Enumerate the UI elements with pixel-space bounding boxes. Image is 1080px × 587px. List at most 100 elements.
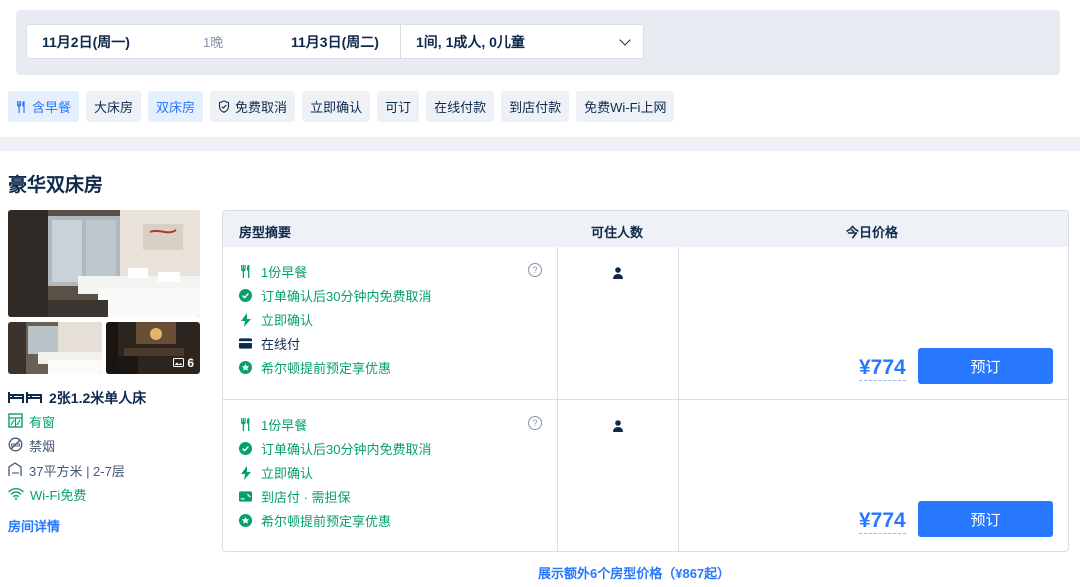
filter-label: 双床房 bbox=[156, 100, 196, 115]
filter-free-cancel[interactable]: 免费取消 bbox=[210, 91, 296, 122]
rate-row: 1份早餐 ? 订单确认后30分钟内免费取消 立即确认 到店付 · 需担保 希尔顿 bbox=[223, 400, 1068, 551]
pay-at-hotel-icon bbox=[239, 490, 252, 503]
chevron-down-icon bbox=[619, 34, 631, 46]
guest-summary: 1间, 1成人, 0儿童 bbox=[416, 33, 525, 50]
photo-count: 6 bbox=[187, 356, 194, 370]
instant-confirm-feature: 立即确认 bbox=[239, 463, 313, 482]
show-more-rates-link[interactable]: 展示额外6个房型价格（¥867起） bbox=[538, 563, 730, 582]
credit-card-icon bbox=[239, 337, 252, 350]
filter-instant-confirm[interactable]: 立即确认 bbox=[302, 91, 371, 122]
check-out-date[interactable]: 11月3日(周二) bbox=[291, 32, 379, 52]
payment-feature: 在线付 bbox=[239, 334, 300, 353]
section-divider bbox=[0, 137, 1080, 151]
date-picker[interactable]: 11月2日(周一) 1晚 11月3日(周二) bbox=[27, 25, 401, 58]
price: ¥774 bbox=[859, 356, 906, 381]
breakfast-feature: 1份早餐 bbox=[239, 262, 307, 281]
check-in-date[interactable]: 11月2日(周一) bbox=[42, 32, 130, 52]
promo-feature: 希尔顿提前预定享优惠 bbox=[239, 511, 391, 530]
filter-bar: 含早餐 大床房 双床房 免费取消 立即确认 可订 在线付款 到店付款 免费Wi-… bbox=[8, 91, 675, 122]
breakfast-feature: 1份早餐 bbox=[239, 415, 307, 434]
table-header: 房型摘要 可住人数 今日价格 bbox=[223, 211, 1068, 247]
filter-label: 含早餐 bbox=[32, 100, 72, 115]
payment-feature: 到店付 · 需担保 bbox=[239, 487, 351, 506]
room-photo-main[interactable] bbox=[8, 210, 200, 317]
area-label: 37平方米 | 2-7层 bbox=[29, 464, 125, 479]
filter-label: 可订 bbox=[385, 100, 412, 115]
filter-label: 免费Wi-Fi上网 bbox=[584, 100, 667, 115]
lightning-icon bbox=[239, 312, 252, 327]
person-icon bbox=[613, 420, 623, 435]
window-icon bbox=[8, 412, 23, 431]
promo-feature: 希尔顿提前预定享优惠 bbox=[239, 358, 391, 377]
area-facility: 37平方米 | 2-7层 bbox=[8, 461, 125, 480]
lightning-icon bbox=[239, 465, 252, 480]
rate-row: 1份早餐 ? 订单确认后30分钟内免费取消 立即确认 在线付 希尔顿提前预定享优 bbox=[223, 247, 1068, 400]
person-icon bbox=[613, 267, 623, 282]
check-circle-icon bbox=[239, 442, 252, 455]
col-price-header: 今日价格 bbox=[846, 225, 899, 240]
cutlery-icon bbox=[239, 265, 252, 278]
cancel-policy[interactable]: 订单确认后30分钟内免费取消 bbox=[239, 286, 431, 305]
room-details-link[interactable]: 房间详情 bbox=[8, 516, 60, 535]
col-occupancy-header: 可住人数 bbox=[591, 225, 644, 240]
filter-label: 立即确认 bbox=[310, 100, 363, 115]
filter-twin-bed[interactable]: 双床房 bbox=[148, 91, 204, 122]
filter-breakfast[interactable]: 含早餐 bbox=[8, 91, 80, 122]
filter-label: 大床房 bbox=[94, 100, 134, 115]
room-title: 豪华双床房 bbox=[8, 175, 104, 196]
room-photo-thumb[interactable] bbox=[8, 322, 102, 374]
floor-area-icon bbox=[8, 461, 23, 480]
twin-bed-icon bbox=[8, 390, 42, 407]
book-button[interactable]: 预订 bbox=[918, 348, 1053, 384]
promo-label: 希尔顿提前预定享优惠 bbox=[261, 514, 392, 529]
price: ¥774 bbox=[859, 509, 906, 534]
instant-confirm-feature: 立即确认 bbox=[239, 310, 313, 329]
nights-count: 1晚 bbox=[203, 35, 224, 50]
confirm-label: 立即确认 bbox=[261, 466, 314, 481]
search-box: 11月2日(周一) 1晚 11月3日(周二) 1间, 1成人, 0儿童 bbox=[26, 24, 644, 59]
rate-table: 房型摘要 可住人数 今日价格 1份早餐 ? 订单确认后30分钟内免费取消 立即确… bbox=[222, 210, 1069, 552]
search-panel: 11月2日(周一) 1晚 11月3日(周二) 1间, 1成人, 0儿童 bbox=[16, 10, 1060, 75]
col-summary-header: 房型摘要 bbox=[239, 225, 292, 240]
filter-label: 免费取消 bbox=[235, 100, 288, 115]
check-circle-icon bbox=[239, 289, 252, 302]
cancel-label: 订单确认后30分钟内免费取消 bbox=[261, 442, 432, 457]
star-badge-icon bbox=[239, 514, 252, 527]
image-icon bbox=[173, 356, 185, 370]
wifi-icon bbox=[8, 487, 24, 503]
breakfast-label: 1份早餐 bbox=[261, 418, 308, 433]
smoking-label: 禁烟 bbox=[29, 439, 56, 454]
star-badge-icon bbox=[239, 361, 252, 374]
filter-pay-at-hotel[interactable]: 到店付款 bbox=[501, 91, 570, 122]
wifi-facility: Wi-Fi免费 bbox=[8, 485, 86, 504]
cancel-policy[interactable]: 订单确认后30分钟内免费取消 bbox=[239, 439, 431, 458]
window-label: 有窗 bbox=[29, 415, 56, 430]
book-button[interactable]: 预订 bbox=[918, 501, 1053, 537]
filter-label: 在线付款 bbox=[434, 100, 487, 115]
bed-label: 2张1.2米单人床 bbox=[49, 390, 147, 406]
help-icon[interactable]: ? bbox=[528, 263, 542, 277]
room-photo-thumb-more[interactable]: 6 bbox=[106, 322, 200, 374]
payment-label: 在线付 bbox=[261, 337, 301, 352]
filter-pay-online[interactable]: 在线付款 bbox=[426, 91, 495, 122]
help-icon[interactable]: ? bbox=[528, 416, 542, 430]
filter-label: 到店付款 bbox=[509, 100, 562, 115]
breakfast-label: 1份早餐 bbox=[261, 265, 308, 280]
photo-count-badge: 6 bbox=[173, 356, 194, 370]
shield-check-icon bbox=[218, 100, 230, 113]
filter-available[interactable]: 可订 bbox=[377, 91, 420, 122]
wifi-label: Wi-Fi免费 bbox=[30, 488, 87, 503]
window-facility: 有窗 bbox=[8, 412, 55, 431]
no-smoking-icon bbox=[8, 437, 23, 455]
filter-king-bed[interactable]: 大床房 bbox=[86, 91, 142, 122]
filter-free-wifi[interactable]: 免费Wi-Fi上网 bbox=[576, 91, 675, 122]
payment-label: 到店付 · 需担保 bbox=[261, 490, 351, 505]
cutlery-icon bbox=[16, 100, 27, 113]
cutlery-icon bbox=[239, 418, 252, 431]
confirm-label: 立即确认 bbox=[261, 313, 314, 328]
cancel-label: 订单确认后30分钟内免费取消 bbox=[261, 289, 432, 304]
bed-info: 2张1.2米单人床 bbox=[8, 388, 146, 408]
smoking-facility: 禁烟 bbox=[8, 436, 55, 455]
guest-selector[interactable]: 1间, 1成人, 0儿童 bbox=[401, 25, 643, 58]
promo-label: 希尔顿提前预定享优惠 bbox=[261, 361, 392, 376]
